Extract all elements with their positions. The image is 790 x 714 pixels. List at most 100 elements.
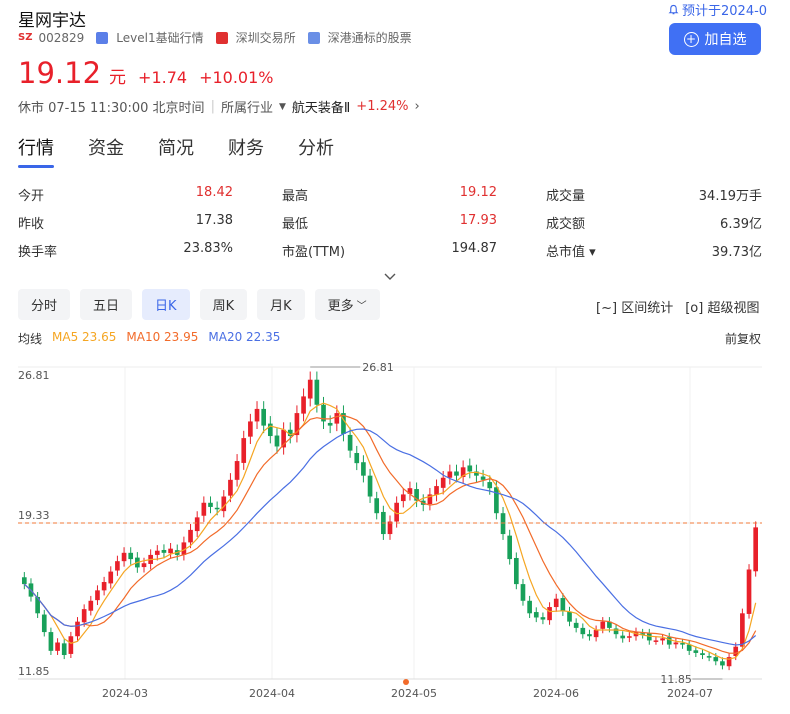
stat-label: 成交量 bbox=[546, 189, 586, 204]
candle-body bbox=[241, 438, 247, 463]
stat-label: 最高 bbox=[282, 189, 309, 204]
period-intraday[interactable]: 分时 bbox=[18, 289, 71, 320]
candle-body bbox=[128, 552, 134, 560]
candle-body bbox=[115, 561, 120, 571]
add-watchlist-button[interactable]: + 加自选 bbox=[669, 23, 761, 55]
divider: | bbox=[210, 99, 215, 114]
tab-finance[interactable]: 财务 bbox=[228, 134, 264, 160]
candle-body bbox=[540, 617, 546, 620]
period-more-label: 更多 bbox=[327, 299, 354, 314]
stat-item: 今开 18.42 bbox=[18, 185, 233, 204]
candle-body bbox=[720, 661, 725, 666]
candle-body bbox=[141, 563, 147, 568]
stat-label: 成交额 bbox=[546, 217, 586, 232]
candle-body bbox=[447, 471, 453, 478]
stat-value: 23.83% bbox=[183, 241, 233, 256]
candle-body bbox=[168, 548, 173, 554]
period-daily-k[interactable]: 日K bbox=[142, 289, 190, 320]
connect-icon bbox=[307, 31, 320, 44]
stat-item: 成交额 6.39亿 bbox=[546, 213, 762, 232]
ma-label: 均线 bbox=[18, 332, 43, 346]
stat-label: 总市值 ▾ bbox=[546, 245, 596, 260]
candle-body bbox=[274, 435, 280, 447]
candle-body bbox=[713, 657, 719, 662]
exchange-tag: 深圳交易所 bbox=[235, 31, 296, 45]
candle-body bbox=[208, 502, 213, 507]
candle-body bbox=[261, 408, 267, 426]
candle-body bbox=[467, 465, 473, 472]
candle-body bbox=[480, 476, 486, 480]
caret-down-icon: ▼ bbox=[278, 101, 286, 112]
stock-name: 星网宇达 bbox=[18, 11, 86, 31]
tab-quote[interactable]: 行情 bbox=[18, 134, 54, 168]
candle-body bbox=[560, 598, 566, 612]
candle-body bbox=[75, 621, 80, 637]
stat-value: 19.12 bbox=[459, 185, 497, 200]
candle-body bbox=[374, 498, 380, 514]
candle-body bbox=[327, 422, 333, 426]
y-axis-label: 26.81 bbox=[18, 369, 50, 382]
candle-body bbox=[660, 638, 665, 641]
period-monthly-k[interactable]: 月K bbox=[257, 289, 305, 320]
candle-body bbox=[234, 461, 240, 480]
candle-body bbox=[454, 471, 459, 476]
min-label: 11.85 bbox=[660, 673, 692, 686]
candle-body bbox=[507, 535, 513, 560]
candle-body bbox=[81, 609, 87, 623]
price-change-pct: +10.01% bbox=[199, 68, 274, 87]
stat-label: 今开 bbox=[18, 189, 45, 204]
stat-value: 39.73亿 bbox=[711, 245, 762, 260]
industry-label: 所属行业 bbox=[220, 101, 273, 116]
connect-tag: 深港通标的股票 bbox=[327, 31, 412, 45]
status-row: 休市 07-15 11:30:00 北京时间 | 所属行业 ▼ 航天装备Ⅱ +1… bbox=[18, 97, 420, 116]
kline-chart[interactable]: 26.81 11.85 26.81 19.33 11.85 2024-03 2024-04 2… bbox=[0, 352, 790, 714]
stat-value: 17.93 bbox=[459, 213, 497, 228]
ma5-value: MA5 23.65 bbox=[52, 330, 117, 344]
candle-body bbox=[41, 614, 47, 633]
candle-body bbox=[367, 475, 373, 497]
super-view-icon: [o] bbox=[685, 301, 704, 316]
period-more[interactable]: 更多 ﹀ bbox=[314, 289, 380, 320]
interval-stats-button[interactable]: [~] 区间统计 bbox=[596, 297, 673, 316]
candle-body bbox=[248, 421, 253, 437]
price-change: +1.74 bbox=[138, 68, 188, 87]
candle-body bbox=[95, 590, 100, 601]
super-view-button[interactable]: [o] 超级视图 bbox=[685, 297, 759, 316]
candle-body bbox=[740, 613, 745, 647]
candle-body bbox=[214, 507, 220, 510]
chevron-right-icon[interactable]: › bbox=[415, 99, 420, 114]
expand-chevron-icon[interactable] bbox=[384, 266, 396, 285]
stat-item: 市盈(TTM) 194.87 bbox=[282, 241, 497, 260]
candle-body bbox=[513, 557, 519, 585]
forecast-link[interactable]: 预计于2024-0 bbox=[668, 0, 767, 19]
candle-body bbox=[347, 434, 353, 451]
candle-body bbox=[254, 408, 260, 422]
market-status: 休市 07-15 11:30:00 北京时间 bbox=[18, 101, 205, 116]
stat-label: 最低 bbox=[282, 217, 309, 232]
candle-body bbox=[533, 612, 539, 618]
tab-profile[interactable]: 简况 bbox=[158, 134, 194, 160]
tab-capital[interactable]: 资金 bbox=[88, 134, 124, 160]
candle-body bbox=[334, 413, 340, 424]
tab-analysis[interactable]: 分析 bbox=[298, 134, 334, 160]
x-axis-label: 2024-07 bbox=[667, 687, 713, 700]
candle-body bbox=[673, 642, 679, 645]
candle-body bbox=[627, 636, 632, 638]
candle-body bbox=[706, 656, 712, 658]
period-5day[interactable]: 五日 bbox=[80, 289, 133, 320]
x-axis-label: 2024-04 bbox=[249, 687, 295, 700]
period-weekly-k[interactable]: 周K bbox=[199, 289, 248, 320]
adjust-mode[interactable]: 前复权 bbox=[725, 330, 761, 347]
industry-name[interactable]: 航天装备Ⅱ bbox=[292, 97, 350, 116]
plus-icon: + bbox=[683, 31, 699, 47]
candle-body bbox=[194, 517, 200, 532]
candle-body bbox=[527, 600, 532, 614]
candle-body bbox=[593, 629, 599, 638]
stock-code: 002829 bbox=[38, 30, 85, 45]
x-axis-label: 2024-03 bbox=[102, 687, 148, 700]
stat-item: 换手率 23.83% bbox=[18, 241, 233, 260]
level-icon bbox=[96, 31, 109, 44]
candle-body bbox=[553, 598, 559, 608]
china-flag-icon bbox=[215, 31, 228, 44]
candle-body bbox=[567, 611, 572, 622]
